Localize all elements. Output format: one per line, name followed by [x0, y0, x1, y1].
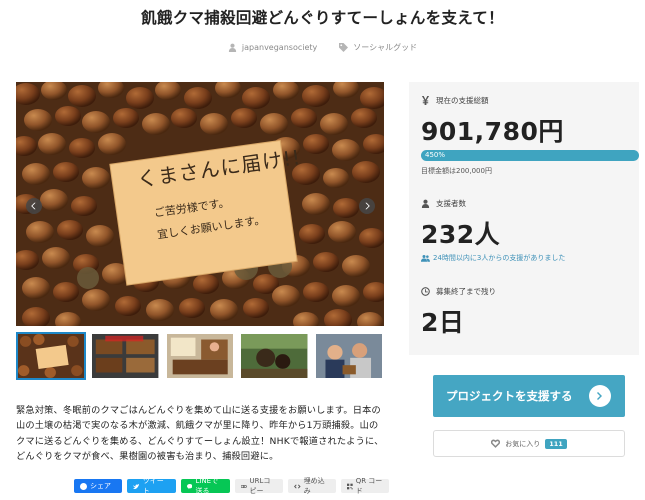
yen-icon: [421, 96, 430, 105]
thumbnail-image: [166, 334, 234, 378]
project-description: 緊急対策、冬眠前のクマごはんどんぐりを集めて山に送る支援をお願いします。日本の山…: [16, 405, 384, 462]
amount-label: 現在の支援総額: [436, 96, 489, 105]
code-icon: [294, 484, 301, 488]
recent-support-notice: 24時間以内に3人からの支援がありました: [421, 253, 565, 263]
facebook-icon: [80, 482, 87, 490]
days-left-value: 2日: [421, 308, 465, 337]
thumbnail-image: [18, 334, 85, 378]
amount-label-row: 現在の支援総額: [421, 95, 564, 106]
amount-stat: 現在の支援総額 901,780円: [421, 95, 564, 148]
share-bar: シェア ツイート LINEで送る URLコピー 埋め込み QR コード: [74, 477, 389, 495]
support-button-label: プロジェクトを支援する: [446, 389, 573, 403]
arrow-right-icon: [597, 392, 602, 400]
line-share-label: LINEで送る: [195, 477, 219, 495]
category[interactable]: ソーシャルグッド: [339, 42, 417, 53]
line-share-button[interactable]: LINEで送る: [181, 477, 230, 495]
thumbnail-3[interactable]: [165, 332, 235, 380]
embed-button[interactable]: 埋め込み: [288, 477, 336, 495]
deadline-label-row: 募集終了まで残り: [421, 286, 496, 297]
progress-fill: 450%: [421, 150, 639, 161]
supporters-stat: 支援者数 232人: [421, 198, 500, 251]
facebook-share-button[interactable]: シェア: [74, 479, 122, 493]
author-name: japanvegansociety: [241, 43, 318, 52]
stats-panel: 現在の支援総額 901,780円 450% 目標金額は200,000円 支援者数…: [409, 82, 639, 355]
thumbnail-5[interactable]: [314, 332, 384, 380]
qr-code-label: QR コード: [355, 477, 383, 495]
favorite-button[interactable]: お気に入り 111: [433, 430, 625, 457]
prev-slide-button[interactable]: [26, 198, 42, 214]
deadline-stat: 募集終了まで残り 2日: [421, 286, 496, 339]
thumbnail-image: [92, 334, 159, 378]
amount-value: 901,780円: [421, 117, 564, 146]
heart-icon: [491, 439, 501, 448]
thumbnail-image: [241, 334, 308, 378]
embed-label: 埋め込み: [303, 477, 325, 495]
funding-progress-bar: 450%: [421, 150, 639, 161]
user-icon: [421, 199, 430, 208]
twitter-share-button[interactable]: ツイート: [127, 477, 176, 495]
facebook-share-label: シェア: [90, 482, 111, 490]
recent-support-text: 24時間以内に3人からの支援がありました: [433, 254, 566, 262]
twitter-icon: [133, 483, 140, 489]
tag-icon: [339, 43, 349, 52]
thumbnail-1[interactable]: [16, 332, 87, 380]
qr-code-button[interactable]: QR コード: [341, 477, 389, 495]
url-copy-button[interactable]: URLコピー: [235, 477, 283, 495]
thumbnail-image: [315, 334, 383, 378]
support-project-button[interactable]: プロジェクトを支援する: [433, 375, 625, 417]
line-icon: [187, 483, 193, 489]
project-title: 飢餓クマ捕殺回避どんぐりすてーしょんを支えて！: [141, 9, 504, 27]
supporters-value: 232人: [421, 220, 501, 249]
user-icon: [228, 43, 236, 52]
users-icon: [421, 255, 430, 262]
thumbnail-4[interactable]: [239, 332, 309, 380]
thumbnail-2[interactable]: [90, 332, 160, 380]
url-copy-label: URLコピー: [249, 477, 271, 495]
supporters-label: 支援者数: [436, 199, 466, 208]
category-name: ソーシャルグッド: [353, 43, 418, 52]
thumbnail-strip: [16, 332, 384, 380]
image-slider[interactable]: くまさんに届け!! ご苦労様です。 宜しくお願いします。: [16, 82, 384, 326]
clock-icon: [421, 287, 430, 296]
favorite-count: 111: [545, 438, 567, 449]
author[interactable]: japanvegansociety: [228, 42, 317, 53]
supporters-label-row: 支援者数: [421, 198, 500, 209]
chevron-left-icon: [31, 202, 36, 210]
favorite-label: お気に入り: [505, 439, 541, 448]
goal-amount: 目標金額は200,000円: [421, 167, 492, 175]
qr-code-icon: [347, 483, 353, 489]
link-icon: [241, 484, 247, 488]
next-slide-button[interactable]: [359, 198, 375, 214]
chevron-right-icon: [365, 202, 370, 210]
arrow-right-circle-icon: [589, 385, 611, 407]
deadline-label: 募集終了まで残り: [436, 287, 496, 296]
twitter-share-label: ツイート: [142, 477, 164, 495]
project-meta: japanvegansociety ソーシャルグッド: [0, 42, 645, 53]
